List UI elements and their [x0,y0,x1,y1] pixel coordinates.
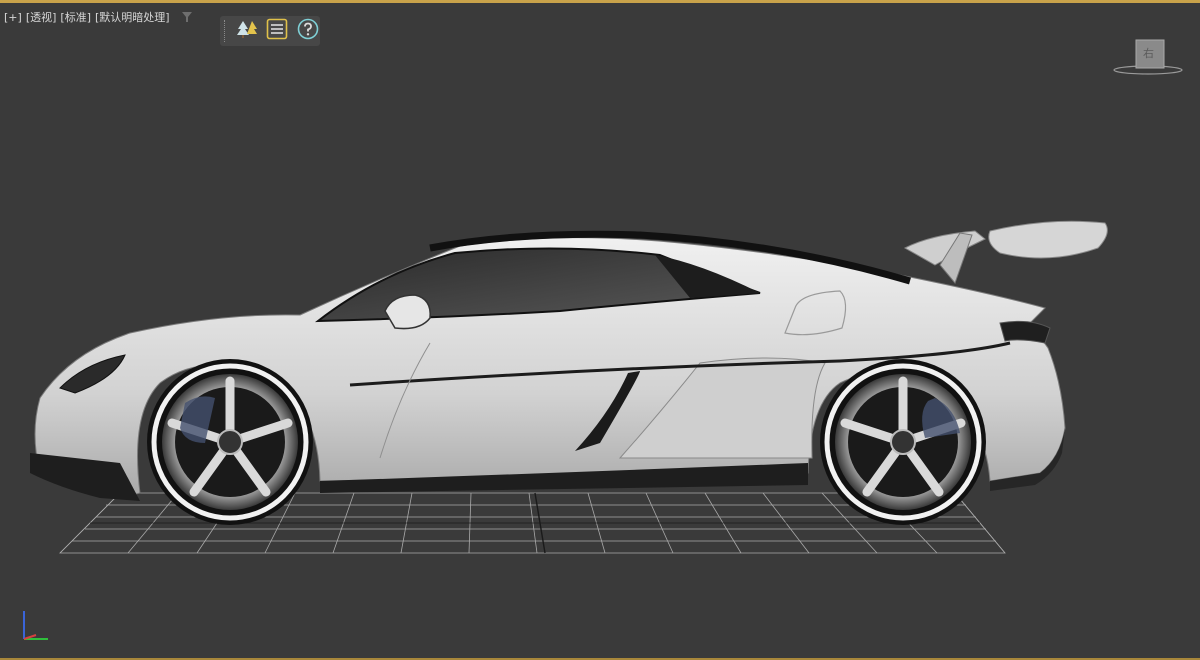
viewport-view-menu[interactable]: [透视] [26,9,57,25]
front-wheel [147,359,313,525]
toolbar-grip-handle[interactable] [224,20,227,42]
help-icon [297,18,319,44]
perspective-viewport[interactable]: [+] [透视] [标准] [默认明暗处理] 右 [0,0,1200,660]
rear-wing [903,220,1108,284]
help-button[interactable] [295,18,320,44]
viewport-label-menu: [+] [透视] [标准] [默认明暗处理] [4,9,194,25]
axis-tripod-icon [14,607,54,647]
scene-explorer-icon [236,19,258,43]
scene-render [30,220,1108,554]
viewport-lighting-menu[interactable]: [默认明暗处理] [95,9,170,25]
filter-icon[interactable] [180,10,194,24]
list-button[interactable] [265,18,290,44]
viewport-toolbar [220,16,320,46]
viewcube[interactable]: 右 [1112,37,1184,79]
rear-wheel [820,359,986,525]
viewport-plus-menu[interactable]: [+] [4,11,22,24]
viewport-shading-menu[interactable]: [标准] [60,9,91,25]
list-icon [266,18,288,44]
viewcube-face-label: 右 [1143,47,1154,60]
scene-explorer-button[interactable] [235,18,260,44]
